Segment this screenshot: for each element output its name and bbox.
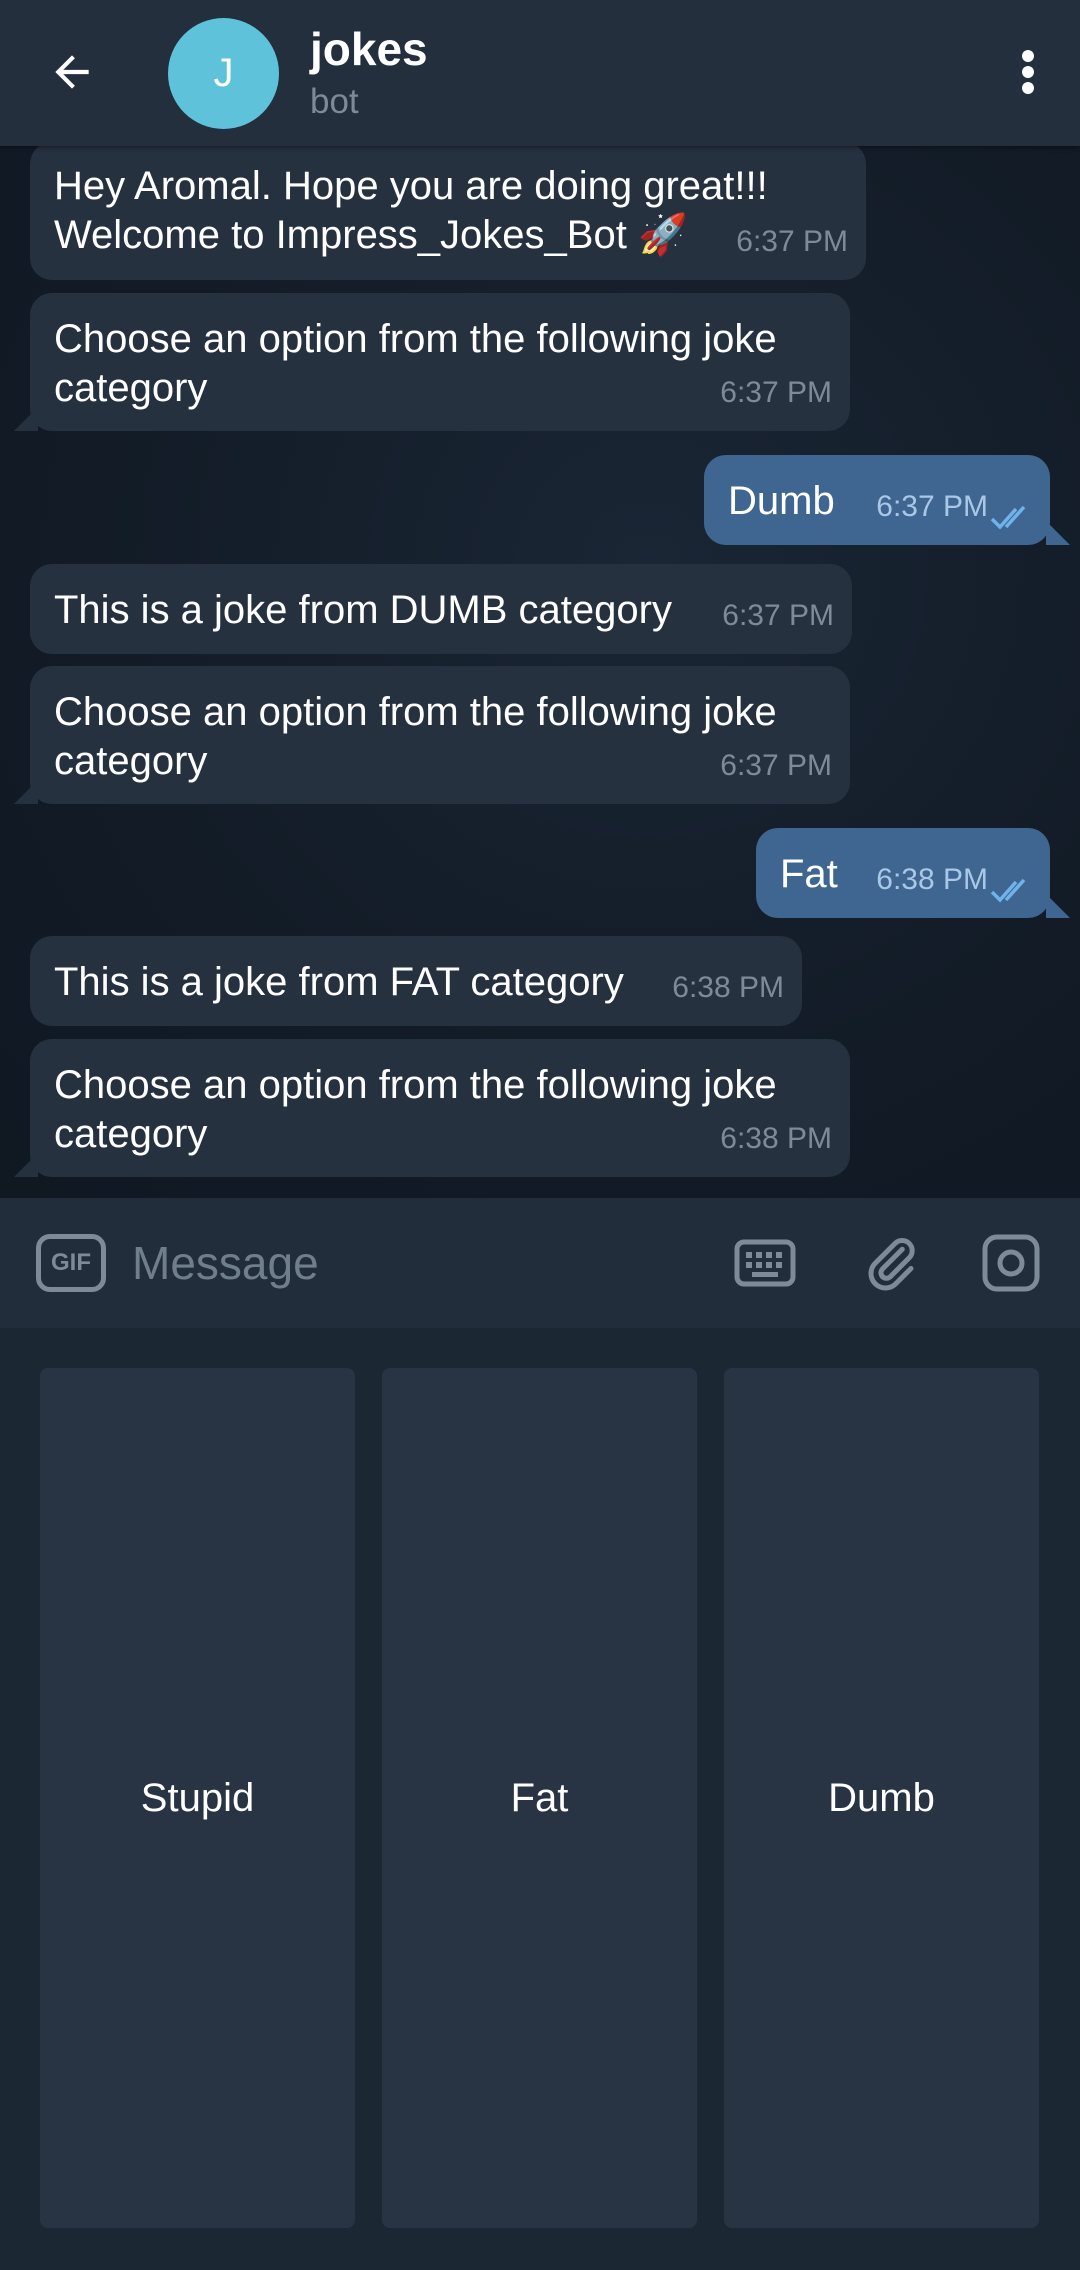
chat-subtitle: bot [310, 82, 359, 121]
message-bubble[interactable]: Choose an option from the following joke… [30, 666, 850, 804]
message-bubble[interactable]: Choose an option from the following joke… [30, 1039, 850, 1177]
message-bubble[interactable]: This is a joke from FAT category 6:38 PM [30, 936, 802, 1026]
bubble-tail [1046, 894, 1070, 918]
message-text: Choose an option from the following joke… [54, 317, 777, 410]
message-text: Hey Aromal. Hope you are doing great!!! … [54, 164, 768, 257]
bubble-tail [14, 407, 38, 431]
message-input[interactable] [132, 1228, 692, 1298]
camera-button[interactable] [976, 1228, 1046, 1298]
message-bubble[interactable]: This is a joke from DUMB category 6:37 P… [30, 564, 852, 654]
message-bubble[interactable]: Hey Aromal. Hope you are doing great!!! … [30, 146, 866, 280]
gif-label: GIF [51, 1249, 91, 1276]
avatar[interactable]: J [168, 18, 279, 129]
message-time: 6:38 PM [876, 863, 988, 896]
reply-button-stupid[interactable]: Stupid [40, 1368, 355, 2228]
message-text: Fat [780, 852, 838, 896]
message-text: This is a joke from DUMB category [54, 588, 672, 632]
reply-button-dumb[interactable]: Dumb [724, 1368, 1039, 2228]
message-time: 6:38 PM [720, 1122, 832, 1155]
message-bubble[interactable]: Fat 6:38 PM [756, 828, 1050, 918]
paperclip-icon [868, 1238, 915, 1291]
message-time: 6:37 PM [720, 376, 832, 409]
double-check-icon [990, 505, 1026, 530]
message-bubble[interactable]: Dumb 6:37 PM [704, 455, 1050, 545]
keyboard-toggle-button[interactable] [730, 1228, 800, 1298]
message-text: This is a joke from FAT category [54, 960, 624, 1004]
attach-button[interactable] [856, 1228, 926, 1298]
message-time: 6:37 PM [722, 599, 834, 632]
message-time: 6:37 PM [876, 490, 988, 523]
message-time: 6:37 PM [736, 225, 848, 258]
chat-header: J jokes bot [0, 0, 1080, 146]
message-time: 6:37 PM [720, 749, 832, 782]
camera-icon [982, 1234, 1040, 1292]
reply-button-fat[interactable]: Fat [382, 1368, 697, 2228]
message-composer: GIF [0, 1198, 1080, 1328]
bot-reply-keyboard: Stupid Fat Dumb [0, 1328, 1080, 2270]
arrow-left-icon [55, 55, 89, 89]
gif-button[interactable]: GIF [36, 1234, 106, 1292]
more-vertical-icon [1022, 50, 1034, 94]
keyboard-icon [734, 1239, 796, 1287]
back-button[interactable] [36, 36, 108, 108]
bubble-tail [1046, 521, 1070, 545]
message-list[interactable]: Hey Aromal. Hope you are doing great!!! … [0, 146, 1080, 1198]
menu-button[interactable] [992, 36, 1064, 108]
chat-title[interactable]: jokes [310, 22, 428, 76]
message-text: Dumb [728, 479, 835, 523]
message-text: Choose an option from the following joke… [54, 1063, 777, 1156]
message-text: Choose an option from the following joke… [54, 690, 777, 783]
message-bubble[interactable]: Choose an option from the following joke… [30, 293, 850, 431]
message-time: 6:38 PM [672, 971, 784, 1004]
avatar-letter: J [213, 51, 234, 95]
double-check-icon [990, 878, 1026, 903]
